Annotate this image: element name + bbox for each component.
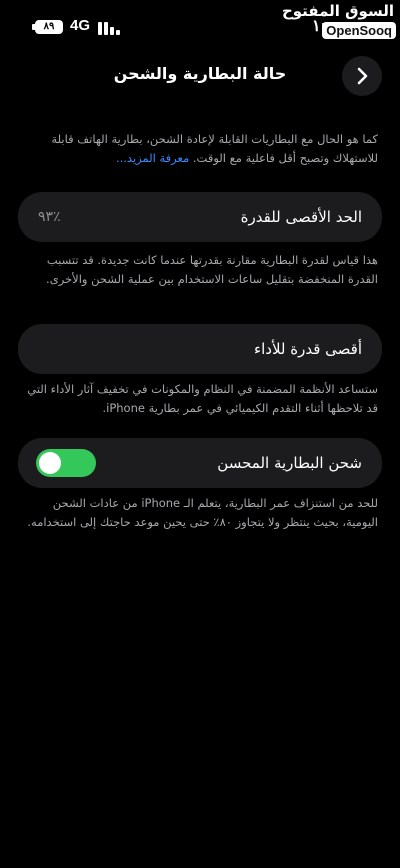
watermark-arabic: السوق المفتوح bbox=[281, 2, 394, 20]
learn-more-link[interactable]: معرفة المزيد... bbox=[116, 151, 189, 165]
optimized-charging-toggle[interactable] bbox=[36, 449, 96, 477]
signal-strength-icon bbox=[98, 19, 122, 35]
optimized-charging-description: للحد من استنزاف عمر البطارية، يتعلم الـ … bbox=[27, 496, 378, 529]
intro-text: كما هو الحال مع البطاريات القابلة لإعادة… bbox=[22, 130, 378, 168]
optimized-charging-card: شحن البطارية المحسن bbox=[18, 438, 382, 488]
back-button[interactable] bbox=[342, 56, 382, 96]
watermark-latin: OpenSooq bbox=[322, 22, 396, 39]
battery-indicator: ٨٩ bbox=[35, 20, 63, 34]
max-capacity-description: هذا قياس لقدرة البطارية مقارنة بقدرتها ع… bbox=[46, 253, 378, 286]
peak-performance-card[interactable]: أقصى قدرة للأداء bbox=[18, 324, 382, 374]
intro-description: كما هو الحال مع البطاريات القابلة لإعادة… bbox=[51, 132, 378, 165]
peak-performance-description: ستساعد الأنظمة المضمنة في النظام والمكون… bbox=[27, 382, 378, 415]
max-capacity-value: ٪٩٣ bbox=[38, 209, 61, 225]
peak-performance-label: أقصى قدرة للأداء bbox=[254, 340, 362, 358]
max-capacity-label: الحد الأقصى للقدرة bbox=[240, 208, 362, 226]
optimized-charging-label: شحن البطارية المحسن bbox=[217, 454, 362, 472]
page-title: حالة البطارية والشحن bbox=[113, 64, 287, 83]
toggle-knob bbox=[39, 452, 61, 474]
network-type: 4G bbox=[70, 17, 91, 34]
max-capacity-card: الحد الأقصى للقدرة ٪٩٣ bbox=[18, 192, 382, 242]
chevron-right-icon bbox=[357, 67, 368, 85]
